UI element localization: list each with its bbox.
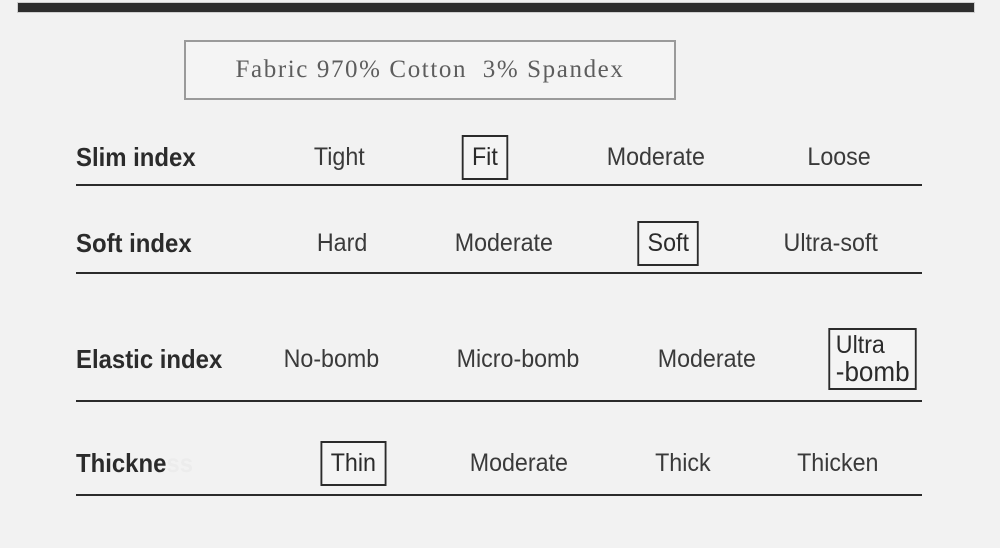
option-slim-loose[interactable]: Loose — [804, 141, 875, 174]
row-divider-thickne — [76, 494, 922, 496]
option-elastic-ultra-bomb[interactable]: Ultra -bomb — [827, 328, 917, 390]
row-label-thickne-ghost: ss — [166, 447, 193, 478]
row-label-thickne: Thickness — [76, 448, 265, 479]
option-group-slim: Tight Fit Moderate Loose — [264, 134, 922, 180]
row-label-elastic: Elastic index — [76, 343, 223, 374]
option-soft-moderate[interactable]: Moderate — [451, 227, 557, 260]
row-label-soft: Soft index — [76, 227, 192, 258]
option-thickne-thicken[interactable]: Thicken — [793, 447, 882, 480]
option-elastic-moderate[interactable]: Moderate — [654, 343, 760, 376]
option-soft-soft[interactable]: Soft — [637, 220, 700, 266]
option-slim-moderate[interactable]: Moderate — [603, 141, 709, 174]
attribute-row-slim: Slim index Tight Fit Moderate Loose — [76, 128, 922, 186]
option-thickne-moderate[interactable]: Moderate — [466, 447, 572, 480]
option-group-soft: Hard Moderate Soft Ultra-soft — [274, 220, 922, 266]
option-thickne-thin[interactable]: Thin — [320, 440, 386, 486]
option-thickne-thick[interactable]: Thick — [651, 447, 714, 480]
option-slim-fit[interactable]: Fit — [461, 134, 509, 180]
option-elastic-micro-bomb[interactable]: Micro-bomb — [453, 343, 583, 376]
row-label-thickne-text: Thickne — [76, 447, 167, 478]
fabric-composition-text: Fabric 970% Cotton 3% Spandex — [235, 56, 625, 83]
fabric-composition-box: Fabric 970% Cotton 3% Spandex — [184, 40, 676, 100]
row-divider-elastic — [76, 400, 922, 402]
option-elastic-ultra-bomb-line2: -bomb — [835, 355, 910, 387]
option-elastic-ultra-bomb-line1: Ultra — [835, 331, 885, 360]
option-group-elastic: No-bomb Micro-bomb Moderate Ultra -bomb — [276, 328, 922, 390]
option-elastic-no-bomb[interactable]: No-bomb — [280, 343, 383, 376]
attribute-row-elastic: Elastic index No-bomb Micro-bomb Moderat… — [76, 316, 922, 402]
top-decorative-bar — [17, 2, 975, 13]
row-divider-soft — [76, 272, 922, 274]
row-label-slim: Slim index — [76, 141, 196, 172]
row-divider-slim — [76, 184, 922, 186]
option-soft-ultra-soft[interactable]: Ultra-soft — [779, 227, 881, 260]
attribute-row-thickne: Thickness Thin Moderate Thick Thicken — [76, 430, 922, 496]
option-soft-hard[interactable]: Hard — [313, 227, 371, 260]
attribute-row-soft: Soft index Hard Moderate Soft Ultra-soft — [76, 212, 922, 274]
option-group-thickne: Thin Moderate Thick Thicken — [281, 440, 922, 486]
option-slim-tight[interactable]: Tight — [311, 141, 369, 174]
